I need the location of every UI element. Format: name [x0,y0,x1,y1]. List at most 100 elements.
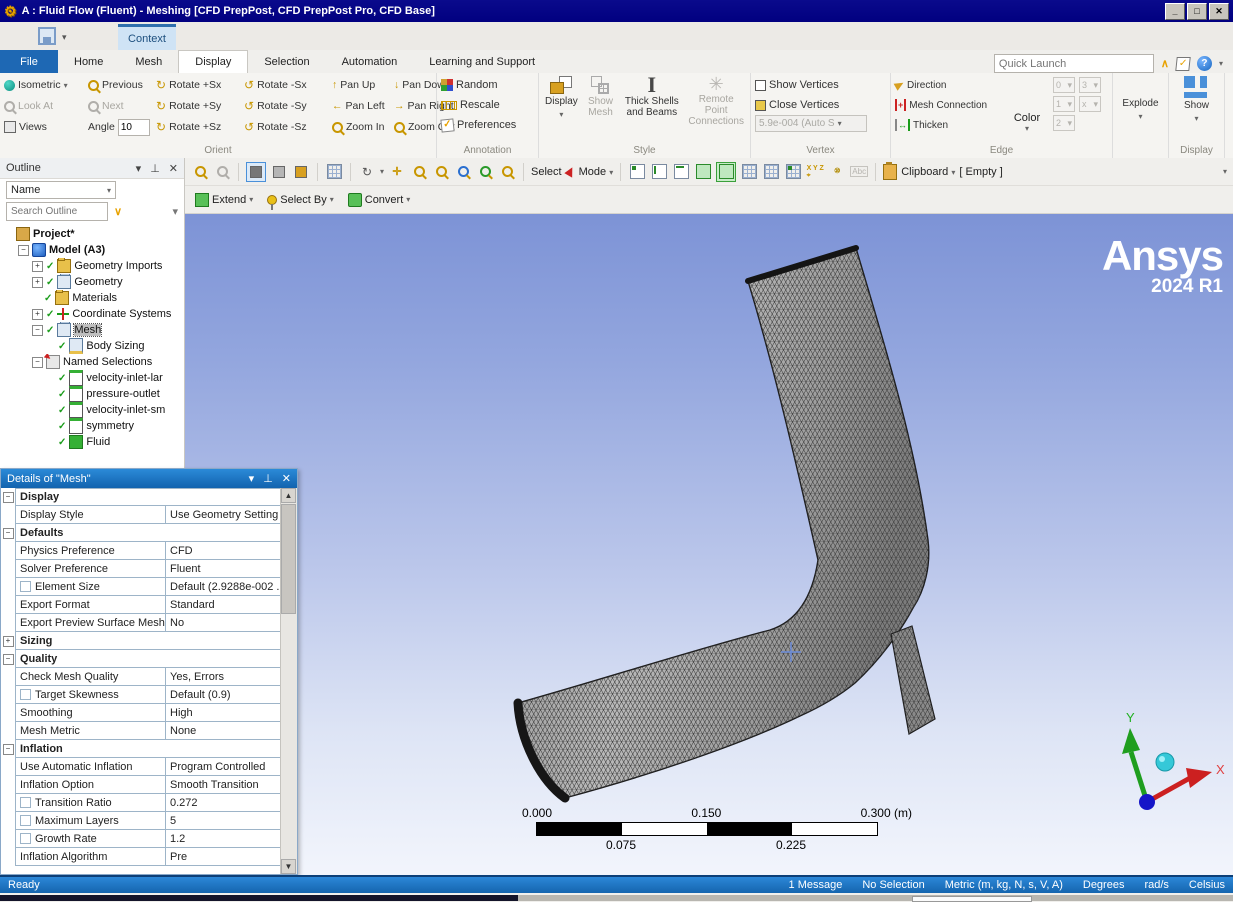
status-temperature-unit[interactable]: Celsius [1189,879,1225,891]
edit-graphics-icon[interactable] [292,163,310,181]
details-property-value[interactable]: 1.2 [166,833,280,845]
zoom-box-icon[interactable] [432,163,450,181]
name-filter-select[interactable]: Name▾ [6,181,116,199]
zoom-in-button[interactable]: Zoom In [332,117,392,137]
rescale-button[interactable]: Rescale [441,95,534,115]
details-scrollbar[interactable]: ▲ ▼ [280,488,297,874]
select-bodies-filter-icon[interactable] [716,162,736,182]
details-row-inflation-algorithm[interactable]: Inflation AlgorithmPre [1,848,281,866]
convert-dropdown[interactable]: Convert▾ [348,193,411,207]
tree-item-geometry[interactable]: +✓Geometry [0,274,184,290]
tree-item-coordinate-systems[interactable]: +✓Coordinate Systems [0,306,184,322]
toolbar-overflow-icon[interactable]: ▾ [1223,167,1227,176]
tree-item-velocity-inlet-sm[interactable]: ✓velocity-inlet-sm [0,402,184,418]
details-group-quality[interactable]: −Quality [1,650,281,668]
help-icon[interactable]: ? [1197,56,1212,71]
tree-item-body-sizing[interactable]: ✓Body Sizing [0,338,184,354]
select-edges-filter-icon[interactable] [650,163,668,181]
rotate-plus-sx-button[interactable]: ↻Rotate +Sx [156,75,242,95]
rotate-plus-sy-button[interactable]: ↻Rotate +Sy [156,96,242,116]
status-messages[interactable]: 1 Message [789,879,843,891]
tree-item-project-[interactable]: Project* [0,226,184,242]
zoom-fit-icon[interactable] [191,163,209,181]
close-panel-icon[interactable]: ✕ [169,162,178,175]
details-property-value[interactable]: Pre [166,851,280,863]
status-angular-velocity-unit[interactable]: rad/s [1144,879,1168,891]
group-expander-icon[interactable]: − [3,492,14,503]
details-row-maximum-layers[interactable]: Maximum Layers5 [1,812,281,830]
rotate-mode-dropdown-icon[interactable]: ▾ [380,167,384,176]
tree-item-named-selections[interactable]: −Named Selections [0,354,184,370]
look-at-button[interactable]: Look At [4,96,86,116]
details-property-value[interactable]: None [166,725,280,737]
close-panel-icon[interactable]: ✕ [282,472,291,485]
tree-item-symmetry[interactable]: ✓symmetry [0,418,184,434]
details-row-export-preview-surface-mesh[interactable]: Export Preview Surface MeshNo [1,614,281,632]
edge-spinner-0[interactable]: 0▾ [1053,77,1075,93]
close-button[interactable]: ✕ [1209,3,1229,20]
checkbox[interactable] [20,833,31,844]
save-icon[interactable] [38,27,56,45]
clipboard-icon[interactable] [883,164,897,180]
details-property-value[interactable]: Smooth Transition [166,779,280,791]
show-display-button[interactable]: Show▾ [1173,75,1220,125]
task-list-icon[interactable]: ✓ [1175,57,1190,71]
details-row-inflation-option[interactable]: Inflation OptionSmooth Transition [1,776,281,794]
show-vertices-button[interactable]: Show Vertices [755,75,886,95]
details-property-value[interactable]: No [166,617,280,629]
group-expander-icon[interactable]: + [3,636,14,647]
isometric-button[interactable]: Isometric▾ [4,75,86,95]
status-angle-unit[interactable]: Degrees [1083,879,1125,891]
extend-dropdown[interactable]: Extend▾ [195,193,253,207]
minimize-button[interactable]: _ [1165,3,1185,20]
details-menu-icon[interactable]: ▾ [249,472,255,485]
details-row-physics-preference[interactable]: Physics PreferenceCFD [1,542,281,560]
mesh-model[interactable] [185,214,1233,875]
details-property-value[interactable]: Default (2.9288e-002 ... [166,581,281,593]
label-select-icon[interactable]: Abc [850,163,868,181]
details-group-inflation[interactable]: −Inflation [1,740,281,758]
checkbox[interactable] [20,797,31,808]
group-expander-icon[interactable]: − [3,528,14,539]
viewports-icon[interactable] [325,163,343,181]
edge-spinner-1[interactable]: 1▾ [1053,96,1075,112]
next-view-button[interactable]: Next [88,96,154,116]
tree-item-pressure-outlet[interactable]: ✓pressure-outlet [0,386,184,402]
maximize-button[interactable]: □ [1187,3,1207,20]
select-element-faces-filter-icon[interactable] [784,163,802,181]
edge-spinner-3[interactable]: 3▾ [1079,77,1101,93]
random-button[interactable]: Random [441,75,534,95]
show-mesh-button[interactable]: Show Mesh [584,75,617,128]
mode-dropdown[interactable]: Mode ▾ [579,166,614,178]
outline-options-icon[interactable]: ▾ [172,205,178,218]
zoom-selection-icon[interactable] [476,163,494,181]
details-row-export-format[interactable]: Export FormatStandard [1,596,281,614]
details-row-check-mesh-quality[interactable]: Check Mesh QualityYes, Errors [1,668,281,686]
previous-view-button[interactable]: Previous [88,75,154,95]
details-row-mesh-metric[interactable]: Mesh MetricNone [1,722,281,740]
scroll-up-icon[interactable]: ▲ [281,488,296,503]
details-row-target-skewness[interactable]: Target SkewnessDefault (0.9) [1,686,281,704]
wireframe-icon[interactable] [270,163,288,181]
zoom-capture-icon[interactable] [498,163,516,181]
tree-item-materials[interactable]: ✓Materials [0,290,184,306]
details-group-display[interactable]: −Display [1,488,281,506]
tab-file[interactable]: File [0,50,58,73]
pan-left-button[interactable]: ←Pan Left [332,96,392,116]
remote-point-connections-button[interactable]: ✳Remote Point Connections [686,75,746,128]
thicken-button[interactable]: ↔Thicken [895,115,1007,135]
checkbox[interactable] [20,815,31,826]
group-expander-icon[interactable]: − [3,654,14,665]
select-vertices-filter-icon[interactable] [628,163,646,181]
status-units[interactable]: Metric (m, kg, N, s, V, A) [945,879,1063,891]
close-vertices-button[interactable]: Close Vertices [755,95,886,115]
tree-expander-icon[interactable]: − [18,245,29,256]
scroll-down-icon[interactable]: ▼ [281,859,296,874]
zoom-mode-icon[interactable] [410,163,428,181]
details-row-growth-rate[interactable]: Growth Rate1.2 [1,830,281,848]
checkbox[interactable] [20,581,31,592]
coordinate-select-icon[interactable]: X Y Z⌖ [806,163,824,181]
pan-mode-icon[interactable]: ✛ [388,163,406,181]
pin-icon[interactable]: ⊥ [263,472,273,485]
group-expander-icon[interactable]: − [3,744,14,755]
